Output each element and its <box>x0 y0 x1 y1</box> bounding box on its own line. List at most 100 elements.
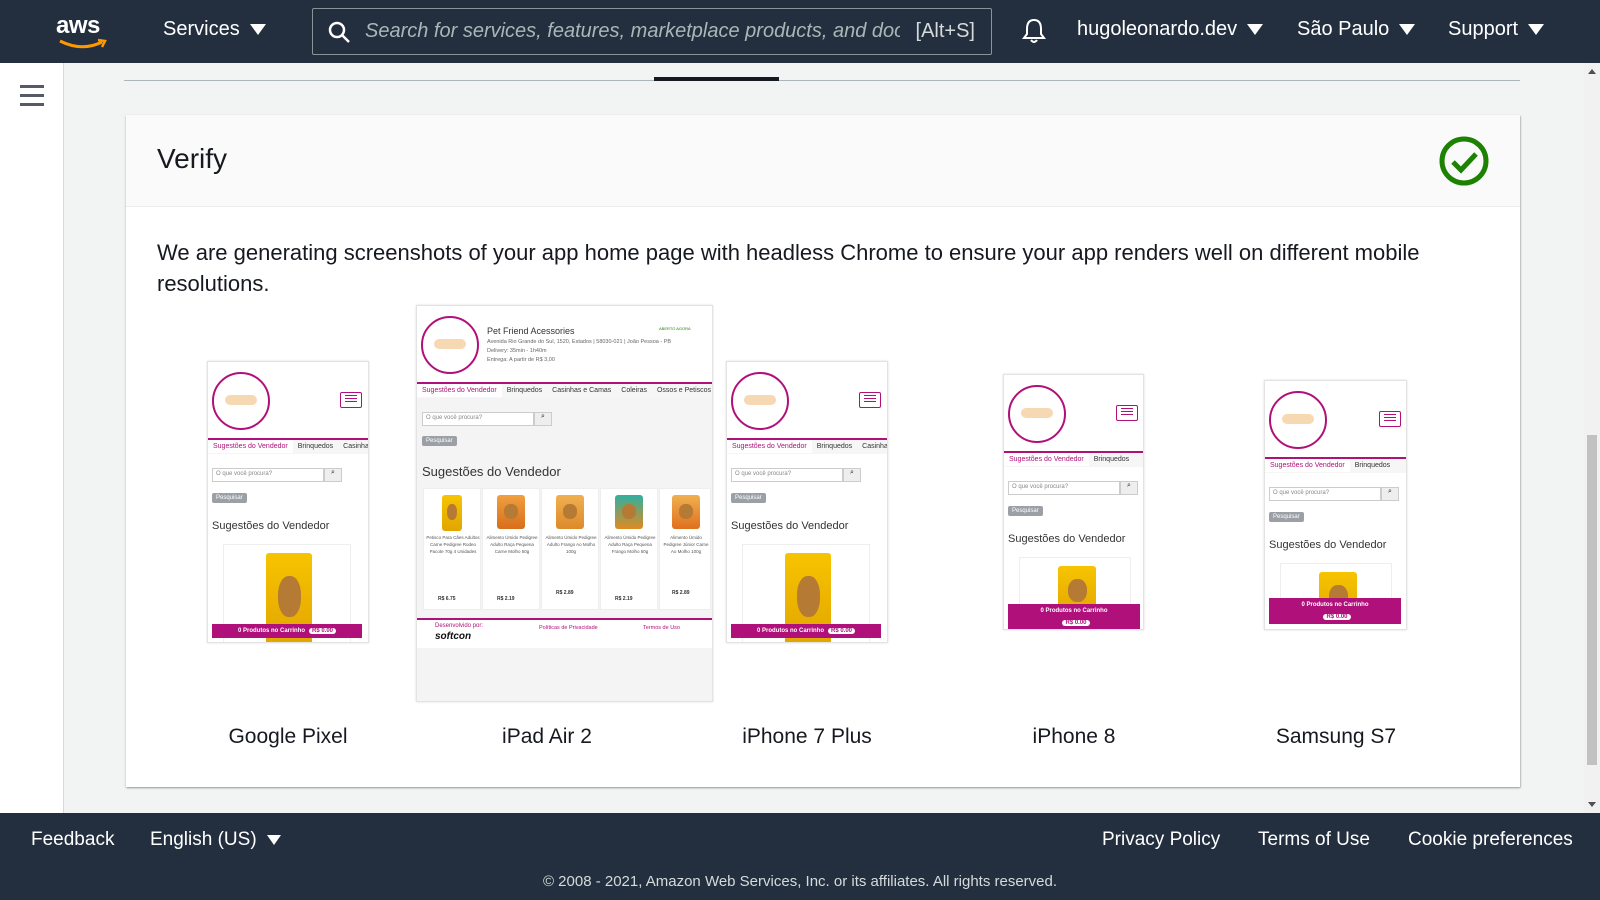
store-logo <box>731 372 789 430</box>
product-card: Alimento Úmido Pedigree Adulto Raça Pequ… <box>600 488 658 610</box>
scroll-up-icon[interactable] <box>1588 69 1596 74</box>
menu-icon <box>859 392 881 408</box>
store-search-button: Pesquisar <box>731 493 766 503</box>
caret-down-icon <box>1399 24 1416 35</box>
store-search-button: Pesquisar <box>422 436 457 446</box>
hamburger-icon[interactable] <box>20 85 44 106</box>
product-card: Petisco Para Cães Adultos Carne Pedigree… <box>423 488 481 610</box>
device-ipad-air-2: Pet Friend Acessories ABERTO AGORA Aveni… <box>416 305 716 765</box>
copyright-text: © 2008 - 2021, Amazon Web Services, Inc.… <box>542 873 1058 890</box>
store-name: Pet Friend Acessories <box>487 326 575 336</box>
device-screenshot: Sugestões do Vendedor Brinquedos O que vo… <box>1003 374 1144 630</box>
store-address: Avenida Rio Grande do Sul, 1520, Estados… <box>487 339 672 345</box>
store-search-input: O que você procura? <box>1269 487 1381 501</box>
search-icon: ⌕ <box>1381 487 1399 501</box>
aws-logo[interactable]: aws <box>56 12 112 52</box>
bell-icon[interactable] <box>1020 17 1048 50</box>
feedback-link[interactable]: Feedback <box>31 829 114 851</box>
cart-bar: 0 Produtos no Carrinho R$ 0.00 <box>1269 598 1401 624</box>
search-input[interactable]: Search for services, features, marketpla… <box>365 20 900 43</box>
cart-bar: 0 Produtos no Carrinho R$ 0.00 <box>731 624 881 638</box>
section-title: Sugestões do Vendedor <box>1008 533 1126 545</box>
search-shortcut-hint: [Alt+S] <box>915 20 975 42</box>
search-bar[interactable]: Search for services, features, marketpla… <box>312 8 992 55</box>
scrollbar-thumb[interactable] <box>1587 435 1597 765</box>
caret-down-icon <box>1528 24 1545 35</box>
store-logo <box>212 372 270 430</box>
product-image <box>556 495 584 529</box>
main-content: Verify We are generating screenshots of … <box>64 63 1584 813</box>
check-circle-icon <box>1438 135 1490 192</box>
cart-bar: 0 Produtos no Carrinho R$ 0.00 <box>1008 604 1140 629</box>
language-selector[interactable]: English (US) <box>150 829 281 851</box>
device-screenshot: Sugestões do Vendedor Brinquedos Casinha O… <box>207 361 369 643</box>
page-scrollbar[interactable] <box>1584 63 1600 813</box>
store-tabs: Sugestões do Vendedor Brinquedos Casinha <box>727 438 887 454</box>
menu-icon <box>1116 405 1138 421</box>
store-search-button: Pesquisar <box>1008 506 1043 516</box>
product-image <box>672 495 700 529</box>
section-title: Sugestões do Vendedor <box>1269 539 1387 551</box>
store-logo <box>1269 391 1327 449</box>
caret-down-icon <box>1247 24 1264 35</box>
aws-smile-icon <box>59 38 107 49</box>
scroll-down-icon[interactable] <box>1588 802 1596 807</box>
store-search-input: O que você procura? <box>212 468 324 482</box>
section-title: Sugestões do Vendedor <box>731 520 849 532</box>
search-icon: ⌕ <box>843 468 861 482</box>
device-name: Google Pixel <box>228 725 348 748</box>
active-tab-indicator <box>654 77 779 81</box>
cookie-preferences-link[interactable]: Cookie preferences <box>1408 829 1573 851</box>
product-card: Alimento Úmido Pedigree Adulto Frango Ao… <box>541 488 599 610</box>
store-search-button: Pesquisar <box>1269 512 1304 522</box>
device-iphone-8: Sugestões do Vendedor Brinquedos O que vo… <box>1003 305 1203 765</box>
top-navigation: aws Services Search for services, featur… <box>0 0 1600 63</box>
store-logo <box>421 316 479 374</box>
terms-of-use-link[interactable]: Terms of Use <box>1258 829 1370 851</box>
product-image <box>615 495 643 529</box>
store-search-button: Pesquisar <box>212 493 247 503</box>
menu-icon <box>340 392 362 408</box>
product-image <box>497 495 525 529</box>
store-tabs: Sugestões do Vendedor Brinquedos <box>1265 457 1406 473</box>
store-search-input: O que você procura? <box>731 468 843 482</box>
menu-icon <box>1379 411 1401 427</box>
section-title: Sugestões do Vendedor <box>212 520 330 532</box>
device-screenshot: Sugestões do Vendedor Brinquedos O que vo… <box>1264 380 1407 630</box>
device-samsung-s7: Sugestões do Vendedor Brinquedos O que vo… <box>1264 305 1464 765</box>
store-tabs: Sugestões do Vendedor Brinquedos <box>1004 451 1143 467</box>
store-search-input: O que você procura? <box>422 412 534 426</box>
device-screenshot: Sugestões do Vendedor Brinquedos Casinha O… <box>726 361 888 643</box>
device-name: iPhone 7 Plus <box>742 725 872 748</box>
panel-title: Verify <box>157 143 228 174</box>
device-screenshot: Pet Friend Acessories ABERTO AGORA Aveni… <box>416 305 713 702</box>
services-menu[interactable]: Services <box>163 18 266 41</box>
device-name: Samsung S7 <box>1275 725 1397 748</box>
tab-divider <box>124 80 1520 81</box>
caret-down-icon <box>266 835 281 845</box>
panel-header: Verify <box>126 115 1520 207</box>
support-menu[interactable]: Support <box>1448 18 1545 41</box>
softcon-logo: softcon <box>435 631 472 642</box>
device-name: iPad Air 2 <box>502 725 592 748</box>
store-tabs: Sugestões do Vendedor Brinquedos Casinha <box>208 438 368 454</box>
device-name: iPhone 8 <box>1032 725 1116 748</box>
store-tabs: Sugestões do Vendedor Brinquedos Casinhas … <box>417 382 712 398</box>
store-delivery: Delivery: 35min - 1h40m <box>487 348 547 354</box>
account-menu[interactable]: hugoleonardo.dev <box>1077 18 1264 41</box>
search-icon: ⌕ <box>324 468 342 482</box>
store-search-input: O que você procura? <box>1008 481 1120 495</box>
verify-panel: Verify We are generating screenshots of … <box>126 115 1520 787</box>
privacy-policy-link[interactable]: Privacy Policy <box>1102 829 1220 851</box>
device-iphone-7-plus: Sugestões do Vendedor Brinquedos Casinha O… <box>726 305 926 765</box>
search-icon <box>313 20 365 44</box>
region-menu[interactable]: São Paulo <box>1297 18 1416 41</box>
device-google-pixel: Sugestões do Vendedor Brinquedos Casinha O… <box>126 305 451 765</box>
product-card: Alimento Úmido Pedigree Adulto Raça Pequ… <box>482 488 540 610</box>
product-card: Alimento Úmido Pedigree Júnior Carne Ao … <box>659 488 711 610</box>
product-image <box>442 495 462 531</box>
section-title: Sugestões do Vendedor <box>422 464 561 479</box>
store-entrega: Entrega: A partir de R$ 3,00 <box>487 357 555 363</box>
cart-bar: 0 Produtos no Carrinho R$ 0.00 <box>212 624 362 638</box>
search-icon: ⌕ <box>534 412 552 426</box>
